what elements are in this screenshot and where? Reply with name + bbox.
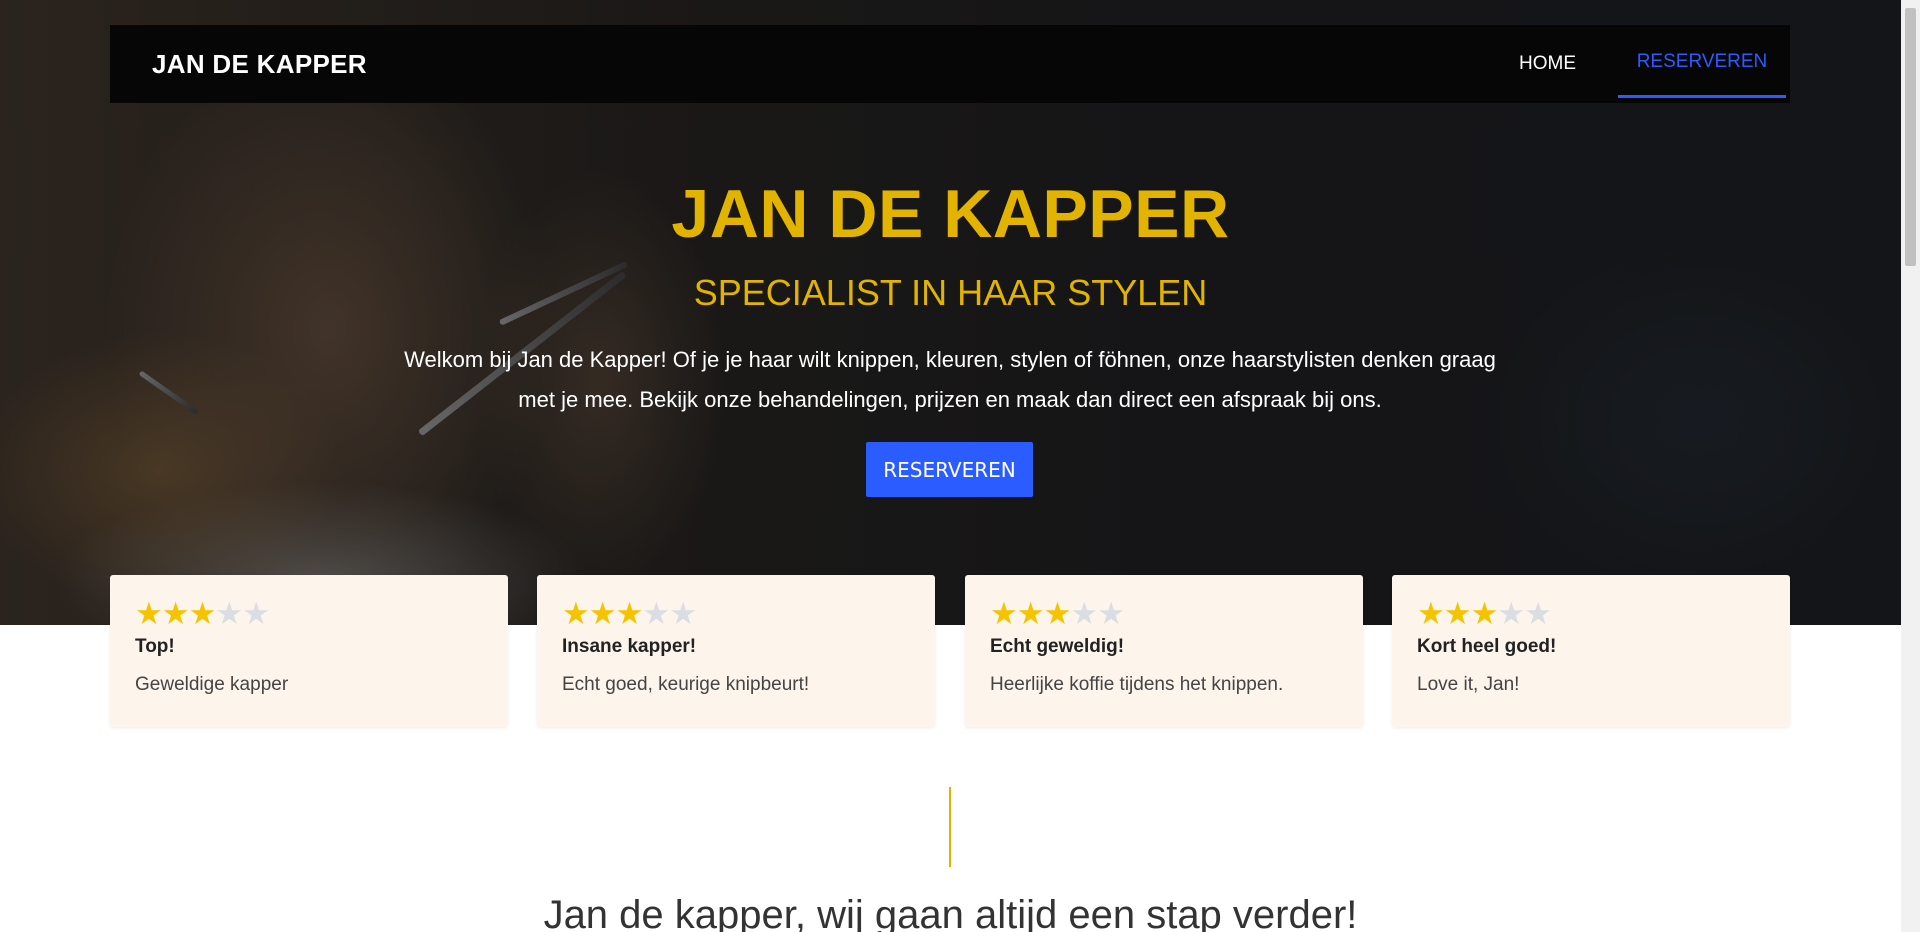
review-title: Echt geweldig! [990, 636, 1125, 657]
star-icon: ★ [135, 596, 163, 631]
star-icon: ★ [990, 596, 1018, 631]
star-icon: ★ [1497, 596, 1525, 631]
review-card: ★★★★★ Echt geweldig! Heerlijke koffie ti… [965, 575, 1363, 727]
star-icon: ★ [562, 596, 590, 631]
review-text: Love it, Jan! [1417, 674, 1520, 695]
review-text: Geweldige kapper [135, 674, 289, 695]
hero-subtitle: SPECIALIST IN HAAR STYLEN [693, 272, 1208, 313]
review-title: Top! [135, 636, 175, 657]
review-card: ★★★★★ Top! Geweldige kapper [110, 575, 508, 727]
star-icon: ★ [669, 596, 697, 631]
star-icon: ★ [1043, 596, 1072, 631]
reviews-row: ★★★★★ Top! Geweldige kapper ★★★★★ Insane… [110, 575, 1790, 727]
review-card: ★★★★★ Insane kapper! Echt goed, keurige … [537, 575, 935, 727]
nav-item-reserveren[interactable]: RESERVEREN [1618, 25, 1786, 98]
star-icon: ★ [1417, 596, 1445, 631]
star-rating: ★★★★★ [562, 596, 910, 631]
review-title: Kort heel goed! [1417, 636, 1557, 657]
star-icon: ★ [1016, 596, 1045, 631]
star-icon: ★ [1070, 596, 1098, 631]
star-icon: ★ [215, 596, 243, 631]
page-scrollbar[interactable] [1901, 0, 1920, 932]
review-title: Insane kapper! [562, 636, 697, 657]
star-icon: ★ [161, 596, 190, 631]
page: JAN DE KAPPER SPECIALIST IN HAAR STYLEN … [0, 0, 1901, 932]
review-card: ★★★★★ Kort heel goed! Love it, Jan! [1392, 575, 1790, 727]
star-rating: ★★★★★ [990, 596, 1338, 631]
scrollbar-thumb[interactable] [1905, 8, 1916, 266]
star-icon: ★ [642, 596, 670, 631]
star-icon: ★ [588, 596, 617, 631]
star-icon: ★ [1470, 596, 1499, 631]
star-icon: ★ [242, 596, 270, 631]
star-icon: ★ [1443, 596, 1472, 631]
hero-title: JAN DE KAPPER [671, 176, 1230, 252]
navbar: JAN DE KAPPER HOME RESERVEREN [110, 25, 1790, 103]
star-rating: ★★★★★ [135, 596, 483, 631]
star-icon: ★ [615, 596, 644, 631]
star-icon: ★ [1524, 596, 1552, 631]
section-divider [949, 787, 951, 867]
star-rating: ★★★★★ [1417, 596, 1765, 631]
section-tagline: Jan de kapper, wij gaan altijd een stap … [543, 893, 1358, 932]
review-text: Heerlijke koffie tijdens het knippen. [990, 674, 1284, 695]
brand-logo[interactable]: JAN DE KAPPER [152, 25, 367, 103]
nav-item-home[interactable]: HOME [1519, 25, 1576, 103]
star-icon: ★ [1097, 596, 1125, 631]
hero-intro-text: Welkom bij Jan de Kapper! Of je je haar … [404, 347, 1496, 412]
star-icon: ★ [188, 596, 217, 631]
reserve-button[interactable]: RESERVEREN [866, 442, 1033, 497]
review-text: Echt goed, keurige knipbeurt! [562, 674, 810, 695]
